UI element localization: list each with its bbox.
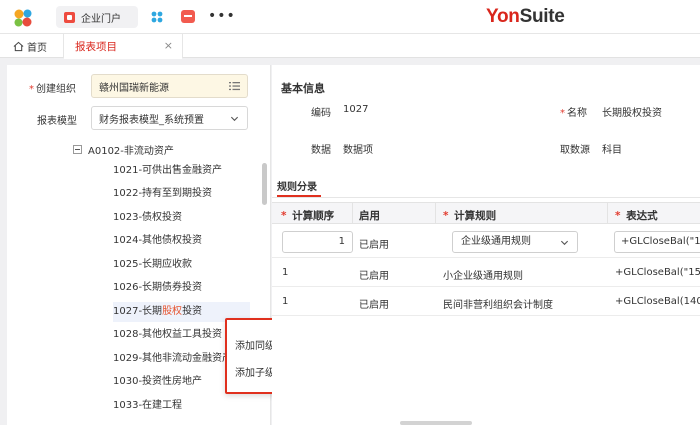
tree-item[interactable]: 1022-持有至到期投资 [113, 184, 212, 204]
home-icon [13, 41, 24, 52]
chevron-down-icon [560, 240, 569, 246]
table-row-editing: 1 已启用 企业级通用规则 +GLCloseBal("1511 [272, 225, 700, 258]
order-input[interactable]: 1 [282, 231, 353, 253]
portal-tab-label: 企业门户 [81, 13, 121, 25]
col-header-expression[interactable]: * 表达式 [615, 208, 658, 223]
tree-item[interactable]: 1033-在建工程 [113, 396, 182, 416]
rule-select[interactable]: 企业级通用规则 [452, 231, 578, 253]
divider [272, 197, 700, 198]
close-tab-icon[interactable]: × [164, 39, 173, 52]
add-sibling-item[interactable]: 添加同级 [235, 337, 275, 352]
org-value: 赣州国瑞新能源 [99, 82, 169, 94]
app-logo-icon[interactable] [12, 7, 34, 29]
brand-logo: YonSuite [486, 6, 565, 27]
enabled-cell: 已启用 [359, 240, 389, 251]
add-child-item[interactable]: 添加子级 [235, 364, 275, 379]
message-icon[interactable] [181, 10, 195, 23]
section-title: 基本信息 [281, 82, 325, 95]
source-label: 取数源 [560, 145, 590, 156]
tab-home[interactable]: 首页 [13, 39, 47, 54]
tree-root-label: A0102-非流动资产 [88, 146, 174, 157]
tab-report-items-label: 报表项目 [75, 40, 117, 53]
tab-report-items[interactable]: 报表项目 × [63, 34, 183, 59]
model-select[interactable]: 财务报表模型_系统预置 [91, 106, 248, 130]
code-value: 1027 [343, 104, 369, 115]
model-value: 财务报表模型_系统预置 [99, 114, 204, 126]
name-value: 长期股权投资 [602, 108, 662, 119]
tree-item[interactable]: 1024-其他债权投资 [113, 231, 202, 251]
list-icon[interactable] [229, 81, 240, 91]
top-bar: 企业门户 ••• YonSuite [0, 0, 700, 34]
tree-item[interactable]: 1025-长期应收款 [113, 255, 192, 275]
table-row[interactable]: 1 已启用 小企业级通用规则 +GLCloseBal("1511","" [272, 258, 700, 287]
apps-grid-icon[interactable] [151, 11, 163, 23]
col-header-rule[interactable]: * 计算规则 [443, 208, 496, 223]
tree-item[interactable]: 1026-长期债券投资 [113, 278, 202, 298]
org-label: * 创建组织 [29, 84, 76, 95]
data-value: 数据项 [343, 145, 373, 156]
tab-home-label: 首页 [27, 43, 47, 54]
enterprise-portal-tab[interactable]: 企业门户 [56, 6, 138, 28]
chevron-down-icon [230, 116, 239, 122]
tab-bar: 首页 报表项目 × [0, 34, 700, 59]
detail-panel: 基本信息 编码 1027 * 名称 长期股权投资 数据 数据项 取数源 科目 规则… [272, 65, 700, 425]
portal-icon [64, 11, 75, 23]
tree-item[interactable]: 1023-债权投资 [113, 208, 182, 228]
table-header: * 计算顺序 启用 * 计算规则 * 表达式 [272, 202, 700, 224]
expression-input[interactable]: +GLCloseBal("1511 [614, 231, 700, 253]
tree-item[interactable]: 1028-其他权益工具投资 [113, 325, 222, 345]
source-value: 科目 [602, 145, 622, 156]
tree-root-node[interactable]: A0102-非流动资产 [73, 142, 174, 157]
code-label: 编码 [311, 108, 331, 119]
name-label: * 名称 [560, 108, 587, 119]
tree-item[interactable]: 1021-可供出售金融资产 [113, 161, 222, 181]
tab-rules[interactable]: 规则分录 [277, 178, 317, 193]
collapse-icon[interactable] [73, 145, 82, 154]
col-header-enabled[interactable]: 启用 [359, 208, 380, 223]
more-icon[interactable]: ••• [208, 9, 236, 23]
col-header-order[interactable]: * 计算顺序 [281, 208, 334, 223]
table-horizontal-scrollbar[interactable] [400, 421, 472, 425]
tree-scrollbar[interactable] [262, 163, 267, 205]
data-label: 数据 [311, 145, 331, 156]
table-row[interactable]: 1 已启用 民间非营利组织会计制度 +GLCloseBal(1401,,"" [272, 287, 700, 316]
tree-item[interactable]: 1029-其他非流动金融资产 [113, 349, 232, 369]
org-field[interactable]: 赣州国瑞新能源 [91, 74, 248, 98]
model-label: 报表模型 [37, 116, 77, 127]
tree-item[interactable]: 1030-投资性房地产 [113, 372, 202, 392]
